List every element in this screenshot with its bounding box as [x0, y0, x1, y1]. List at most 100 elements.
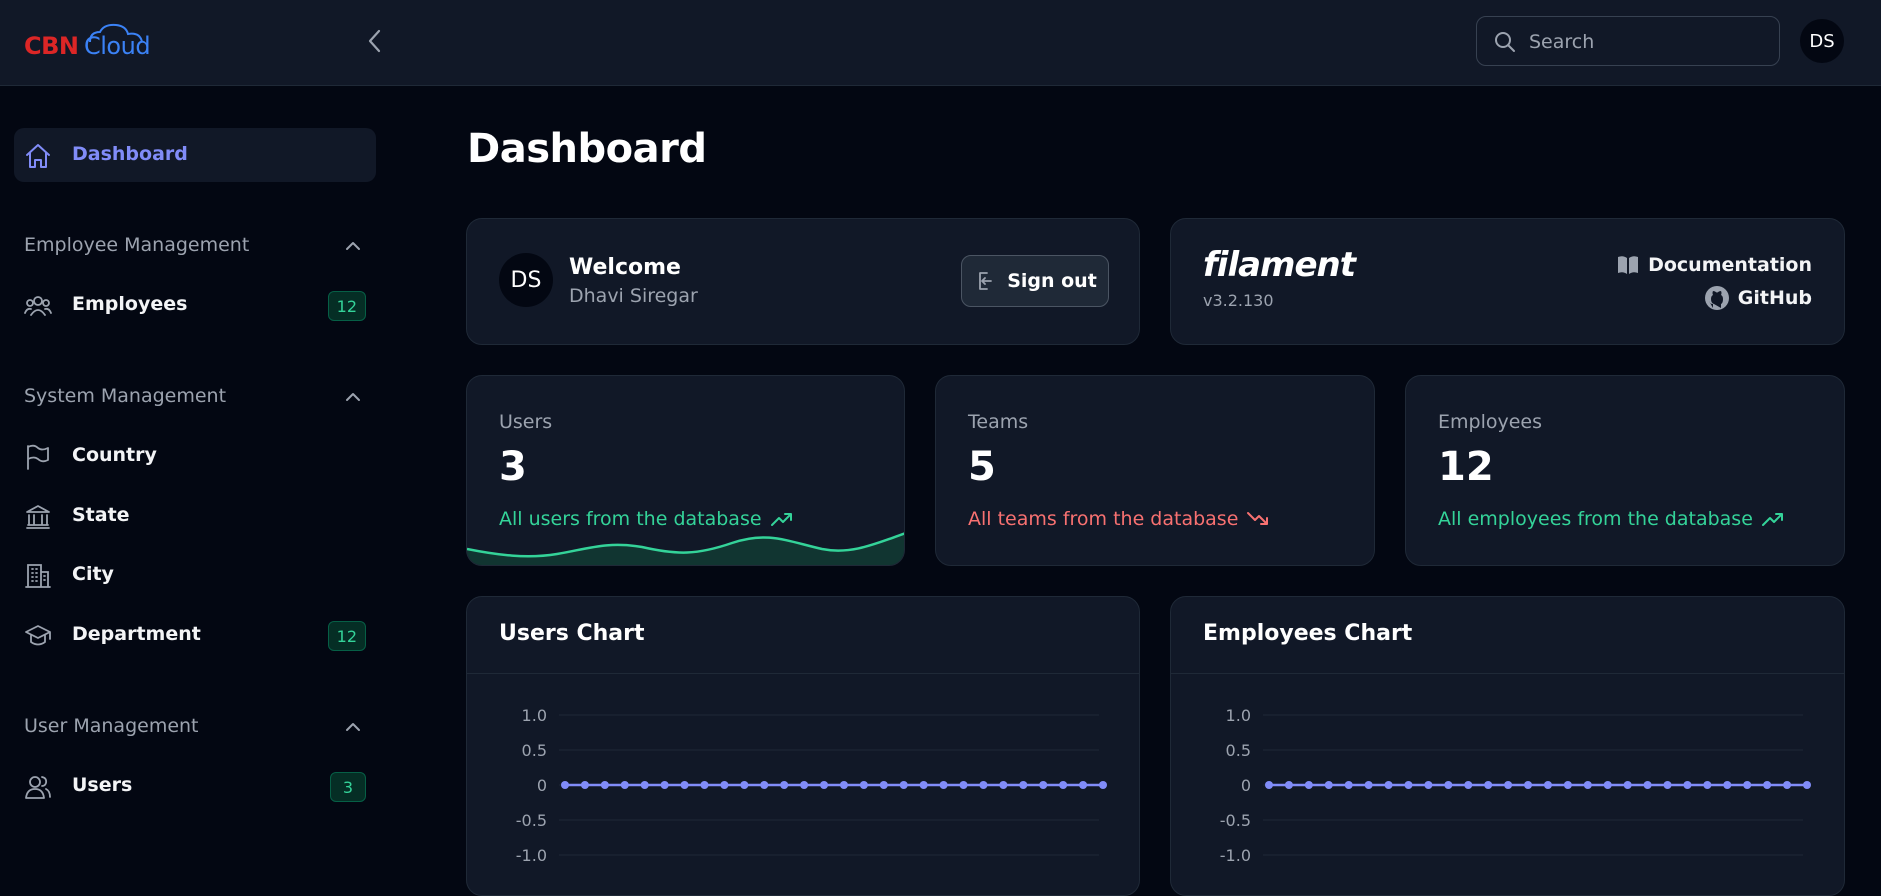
sidebar-item-employees[interactable]: Employees 12: [14, 278, 376, 332]
data-point[interactable]: [1504, 781, 1513, 789]
data-point[interactable]: [1583, 781, 1592, 789]
stat-sparkline: [467, 532, 904, 565]
data-point[interactable]: [959, 781, 968, 789]
sidebar-item-country[interactable]: Country: [14, 429, 376, 483]
employees-chart-card: Employees Chart 1.0 0.5 0 -0.5 -1.0: [1170, 596, 1845, 896]
chevron-up-icon[interactable]: [342, 716, 364, 738]
data-point[interactable]: [1304, 781, 1313, 789]
data-point[interactable]: [640, 781, 649, 789]
sidebar-item-dashboard[interactable]: Dashboard: [14, 128, 376, 182]
data-point[interactable]: [939, 781, 948, 789]
search-input[interactable]: [1529, 29, 1759, 55]
data-point[interactable]: [1019, 781, 1028, 789]
data-point[interactable]: [839, 781, 848, 789]
data-point[interactable]: [680, 781, 689, 789]
data-point[interactable]: [820, 781, 829, 789]
documentation-link[interactable]: Documentation: [1616, 254, 1812, 276]
data-point[interactable]: [1563, 781, 1572, 789]
chevron-up-icon[interactable]: [342, 386, 364, 408]
building-library-icon: [26, 505, 50, 529]
data-point[interactable]: [1324, 781, 1333, 789]
data-point[interactable]: [740, 781, 749, 789]
home-icon: [26, 144, 50, 168]
data-point[interactable]: [1703, 781, 1712, 789]
sidebar-item-state[interactable]: State: [14, 489, 376, 543]
office-building-icon: [25, 564, 51, 588]
sidebar-item-department[interactable]: Department 12: [14, 608, 376, 662]
data-point[interactable]: [859, 781, 868, 789]
data-point[interactable]: [1683, 781, 1692, 789]
data-point[interactable]: [1364, 781, 1373, 789]
data-point[interactable]: [1099, 781, 1107, 789]
data-point[interactable]: [1783, 781, 1792, 789]
data-point[interactable]: [1039, 781, 1048, 789]
users-chart-card: Users Chart 1.0 0.5 0 -0.5 -1.0: [466, 596, 1140, 896]
data-point[interactable]: [1743, 781, 1752, 789]
data-point[interactable]: [1484, 781, 1493, 789]
data-point[interactable]: [1763, 781, 1772, 789]
data-point[interactable]: [1723, 781, 1732, 789]
employees-line-chart[interactable]: 1.0 0.5 0 -0.5 -1.0: [1171, 674, 1845, 884]
stat-card-users: Users 3 All users from the database: [466, 375, 905, 566]
sidebar-item-city[interactable]: City: [14, 548, 376, 602]
data-point[interactable]: [1803, 781, 1811, 789]
stat-description: All employees from the database: [1438, 508, 1785, 530]
data-point[interactable]: [580, 781, 589, 789]
data-point[interactable]: [1059, 781, 1068, 789]
trending-up-icon: [770, 513, 792, 526]
data-point[interactable]: [1623, 781, 1632, 789]
data-point[interactable]: [879, 781, 888, 789]
data-point[interactable]: [1344, 781, 1353, 789]
sidebar-item-label: Department: [72, 623, 201, 645]
data-point[interactable]: [1079, 781, 1088, 789]
data-point[interactable]: [1603, 781, 1612, 789]
y-tick-label: -0.5: [1220, 811, 1251, 830]
group-label-employee-management: Employee Management: [24, 234, 250, 256]
stat-description: All teams from the database: [968, 508, 1270, 530]
data-point[interactable]: [899, 781, 908, 789]
data-point[interactable]: [620, 781, 629, 789]
data-point[interactable]: [1464, 781, 1473, 789]
data-point[interactable]: [1524, 781, 1533, 789]
group-label-user-management: User Management: [24, 715, 199, 737]
y-tick-label: 0: [1241, 776, 1251, 795]
data-point[interactable]: [700, 781, 709, 789]
data-point[interactable]: [760, 781, 769, 789]
sign-out-button[interactable]: Sign out: [961, 255, 1109, 307]
sidebar-collapse-button[interactable]: [362, 26, 388, 56]
sidebar-item-label: Employees: [72, 293, 188, 315]
data-point[interactable]: [979, 781, 988, 789]
data-point[interactable]: [800, 781, 809, 789]
stat-label: Teams: [968, 411, 1029, 433]
global-search[interactable]: [1476, 16, 1780, 66]
data-point[interactable]: [660, 781, 669, 789]
data-point[interactable]: [1663, 781, 1672, 789]
avatar: DS: [499, 253, 553, 307]
sidebar-item-label: State: [72, 504, 130, 526]
data-point[interactable]: [1543, 781, 1552, 789]
filament-logo: filament: [1203, 245, 1356, 285]
data-point[interactable]: [720, 781, 729, 789]
users-line-chart[interactable]: 1.0 0.5 0 -0.5 -1.0: [467, 674, 1140, 884]
data-point[interactable]: [1643, 781, 1652, 789]
data-point[interactable]: [1265, 781, 1273, 789]
stat-value: 12: [1438, 444, 1494, 490]
sidebar-item-users[interactable]: Users 3: [14, 759, 376, 813]
sidebar: Dashboard Employee Management Employees …: [0, 86, 390, 874]
data-point[interactable]: [1284, 781, 1293, 789]
chevron-up-icon[interactable]: [342, 235, 364, 257]
github-icon: [1704, 286, 1729, 310]
data-point[interactable]: [600, 781, 609, 789]
github-link[interactable]: GitHub: [1704, 285, 1812, 311]
data-point[interactable]: [919, 781, 928, 789]
data-point[interactable]: [1444, 781, 1453, 789]
data-point[interactable]: [999, 781, 1008, 789]
data-point[interactable]: [1424, 781, 1433, 789]
trending-up-icon: [1761, 513, 1783, 526]
data-point[interactable]: [780, 781, 789, 789]
user-avatar[interactable]: DS: [1800, 19, 1844, 63]
data-point[interactable]: [1404, 781, 1413, 789]
stat-label: Users: [499, 411, 553, 433]
data-point[interactable]: [1384, 781, 1393, 789]
data-point[interactable]: [561, 781, 569, 789]
